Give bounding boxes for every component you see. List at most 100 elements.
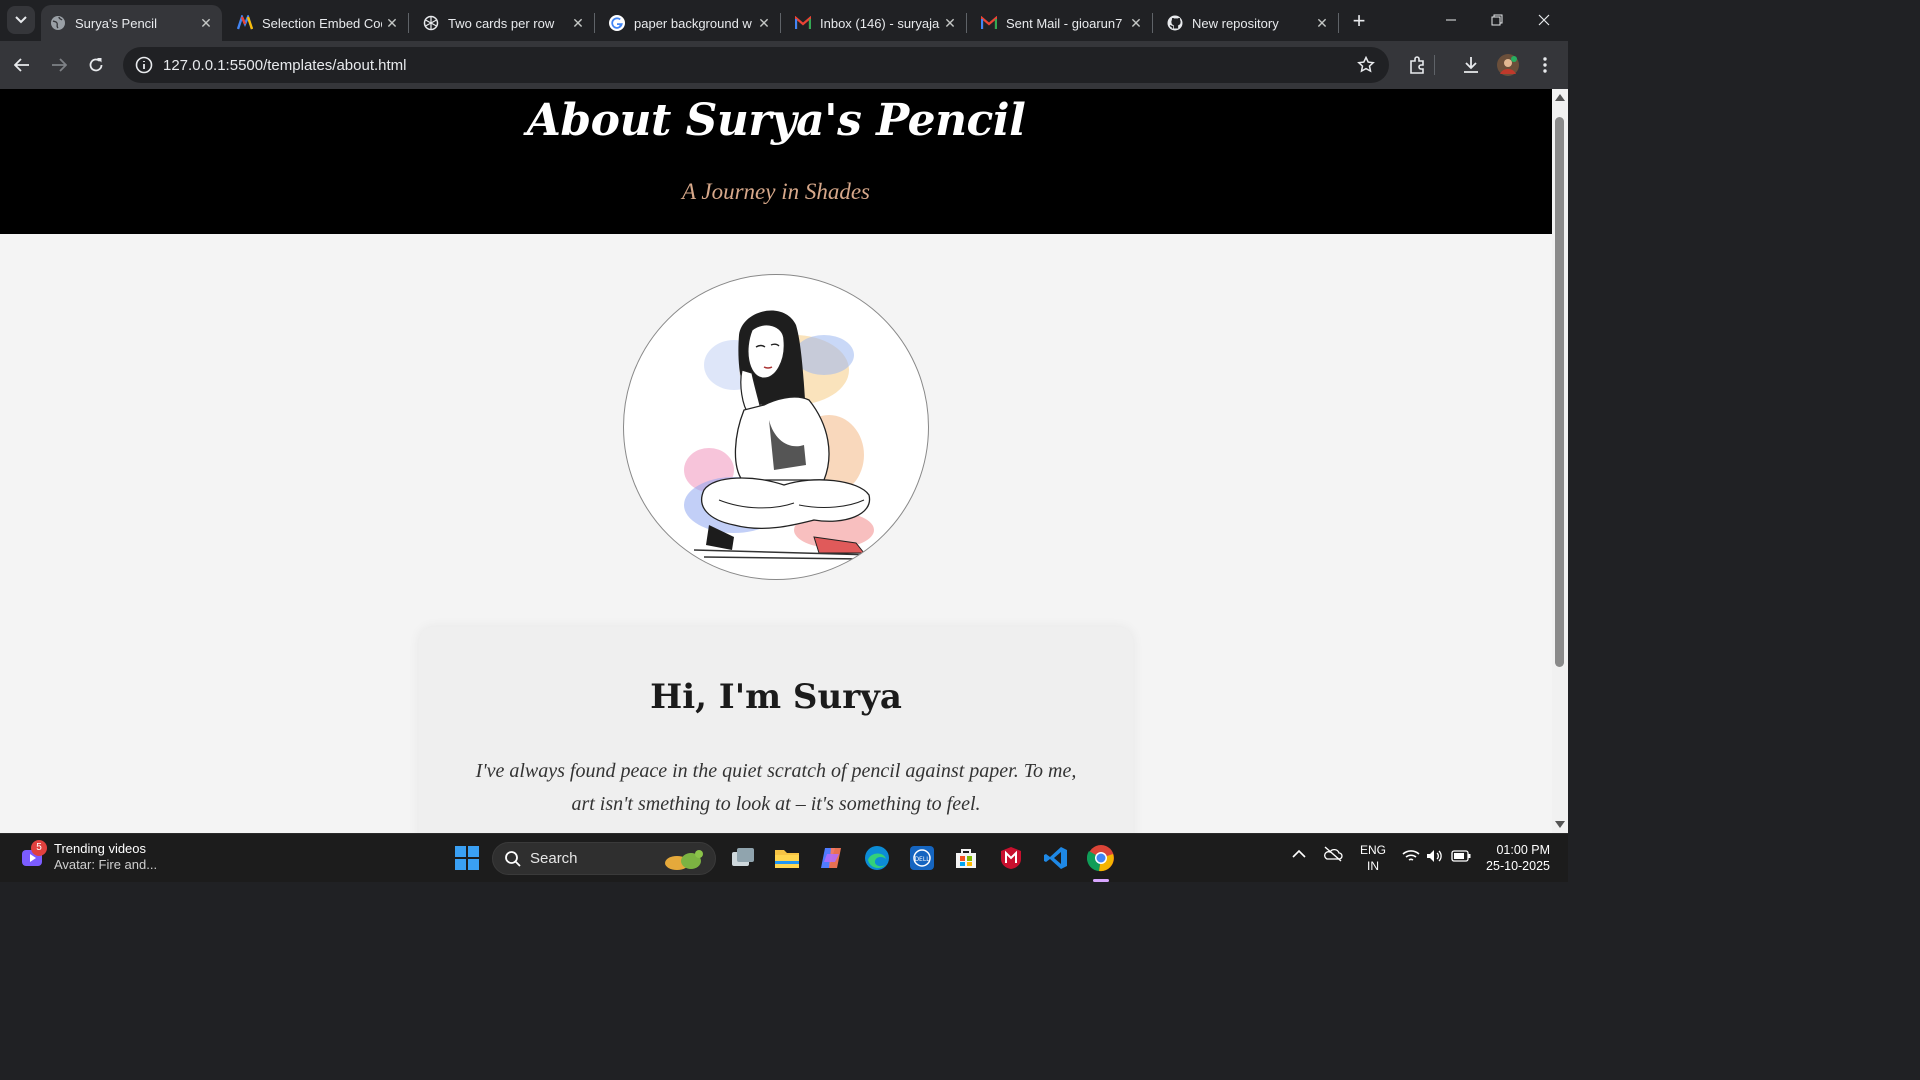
- close-tab-icon[interactable]: ✕: [1126, 13, 1146, 33]
- close-tab-icon[interactable]: ✕: [568, 13, 588, 33]
- github-icon: [1167, 15, 1183, 31]
- vertical-scrollbar[interactable]: [1552, 89, 1568, 833]
- widget-title: Trending videos: [54, 841, 147, 856]
- chatgpt-icon: [423, 15, 439, 31]
- intro-card: Hi, I'm Surya I've always found peace in…: [419, 627, 1133, 833]
- taskbar-search[interactable]: Search: [492, 842, 716, 875]
- download-icon[interactable]: [1459, 53, 1483, 77]
- profile-avatar[interactable]: [1496, 53, 1520, 77]
- colorful-m-icon: [237, 15, 253, 31]
- extensions-icon[interactable]: [1406, 53, 1430, 77]
- profile-portrait: [623, 274, 929, 580]
- scrollbar-thumb[interactable]: [1555, 117, 1564, 667]
- volume-icon[interactable]: [1426, 849, 1444, 866]
- pencil-sketch-illustration: [684, 310, 875, 560]
- clock-time: 01:00 PM: [1496, 843, 1550, 857]
- tab-title: paper background w: [634, 15, 752, 31]
- tab-search-button[interactable]: [7, 6, 35, 34]
- wifi-icon[interactable]: [1402, 849, 1420, 866]
- address-bar[interactable]: 127.0.0.1:5500/templates/about.html: [123, 47, 1389, 83]
- intro-paragraph: I've always found peace in the quiet scr…: [475, 760, 1077, 815]
- close-icon: [1538, 14, 1550, 26]
- restore-icon: [1491, 14, 1503, 26]
- onedrive-offline-icon[interactable]: [1323, 846, 1343, 865]
- chrome-icon[interactable]: [1086, 843, 1116, 882]
- show-hidden-icons-chevron-icon[interactable]: [1292, 848, 1306, 862]
- tab-title: Sent Mail - gioarun7: [1006, 15, 1123, 31]
- search-label: Search: [530, 850, 578, 867]
- notification-badge: 5: [31, 840, 47, 856]
- bookmark-star-icon[interactable]: [1357, 55, 1375, 79]
- minimize-button[interactable]: [1428, 0, 1474, 40]
- forward-button[interactable]: [44, 50, 74, 80]
- video-widget-icon: 5: [20, 840, 47, 870]
- system-clock[interactable]: 01:00 PM 25-10-2025: [1486, 842, 1550, 874]
- gmail-icon: [981, 15, 997, 31]
- tab-title: Two cards per row: [448, 15, 555, 31]
- reload-button[interactable]: [81, 50, 111, 80]
- close-tab-icon[interactable]: ✕: [1312, 13, 1332, 33]
- start-button[interactable]: [452, 843, 482, 873]
- tab-new-repository[interactable]: New repository ✕: [1158, 5, 1339, 41]
- dell-icon[interactable]: DELL: [907, 843, 937, 873]
- tab-inbox[interactable]: Inbox (146) - suryaja ✕: [786, 5, 967, 41]
- microsoft-store-icon[interactable]: [951, 843, 981, 873]
- task-view-icon[interactable]: [728, 843, 758, 873]
- search-icon: [505, 850, 521, 867]
- language-code: ENG: [1360, 843, 1387, 857]
- widgets-button[interactable]: 5 Trending videos Avatar: Fire and...: [20, 840, 158, 873]
- tab-title: Inbox (146) - suryaja: [820, 15, 940, 31]
- arrow-right-icon: [52, 58, 67, 72]
- search-highlight-icon: [665, 850, 703, 870]
- close-tab-icon[interactable]: ✕: [754, 13, 774, 33]
- google-icon: [609, 15, 625, 31]
- close-tab-icon[interactable]: ✕: [196, 13, 216, 33]
- scroll-up-arrow-icon[interactable]: [1555, 94, 1565, 101]
- back-button[interactable]: [7, 50, 37, 80]
- tab-selection-embed[interactable]: Selection Embed Cod ✕: [228, 5, 409, 41]
- new-tab-button[interactable]: +: [1346, 8, 1372, 34]
- page-header: About Surya's Pencil A Journey in Shades: [0, 89, 1552, 234]
- tab-sent-mail[interactable]: Sent Mail - gioarun7 ✕: [972, 5, 1153, 41]
- file-explorer-icon[interactable]: [772, 843, 802, 873]
- page-viewport: About Surya's Pencil A Journey in Shades: [0, 89, 1552, 833]
- windows-taskbar: 5 Trending videos Avatar: Fire and... Se…: [0, 833, 1568, 882]
- svg-text:DELL: DELL: [914, 856, 930, 863]
- tab-paper-background[interactable]: paper background w ✕: [600, 5, 781, 41]
- globe-icon: [50, 15, 66, 31]
- vscode-icon[interactable]: [1041, 843, 1071, 873]
- restore-button[interactable]: [1474, 0, 1520, 40]
- url-text: 127.0.0.1:5500/templates/about.html: [163, 56, 407, 74]
- scroll-down-arrow-icon[interactable]: [1555, 821, 1565, 828]
- windows-logo-icon: [455, 846, 479, 870]
- mcafee-icon[interactable]: [996, 843, 1026, 873]
- close-tab-icon[interactable]: ✕: [940, 13, 960, 33]
- site-info-icon[interactable]: [127, 56, 161, 74]
- battery-icon[interactable]: [1451, 850, 1471, 865]
- clock-date: 25-10-2025: [1486, 859, 1550, 873]
- tab-title: New repository: [1192, 15, 1279, 31]
- close-window-button[interactable]: [1521, 0, 1567, 40]
- minimize-icon: [1446, 19, 1456, 21]
- edge-browser-icon[interactable]: [862, 843, 892, 873]
- close-tab-icon[interactable]: ✕: [382, 13, 402, 33]
- intro-heading: Hi, I'm Surya: [650, 677, 902, 717]
- menu-kebab-icon[interactable]: [1533, 53, 1557, 77]
- tab-title: Selection Embed Cod: [262, 15, 382, 31]
- chevron-down-icon: [15, 16, 27, 24]
- tab-title: Surya's Pencil: [75, 15, 157, 31]
- tab-two-cards[interactable]: Two cards per row ✕: [414, 5, 595, 41]
- reload-icon: [89, 58, 103, 72]
- widget-subtitle: Avatar: Fire and...: [54, 857, 158, 872]
- copilot-icon[interactable]: [817, 843, 847, 873]
- arrow-left-icon: [14, 58, 29, 72]
- browser-toolbar: 127.0.0.1:5500/templates/about.html: [0, 41, 1568, 89]
- region-code: IN: [1367, 859, 1379, 873]
- gmail-icon: [795, 15, 811, 31]
- language-indicator[interactable]: ENG IN: [1360, 842, 1386, 874]
- page-title: About Surya's Pencil: [526, 95, 1026, 146]
- tab-strip: Surya's Pencil ✕ Selection Embed Cod ✕ T…: [0, 0, 1568, 41]
- plus-icon: +: [1352, 8, 1366, 33]
- tab-suryas-pencil[interactable]: Surya's Pencil ✕: [41, 5, 222, 41]
- page-tagline: A Journey in Shades: [681, 179, 870, 204]
